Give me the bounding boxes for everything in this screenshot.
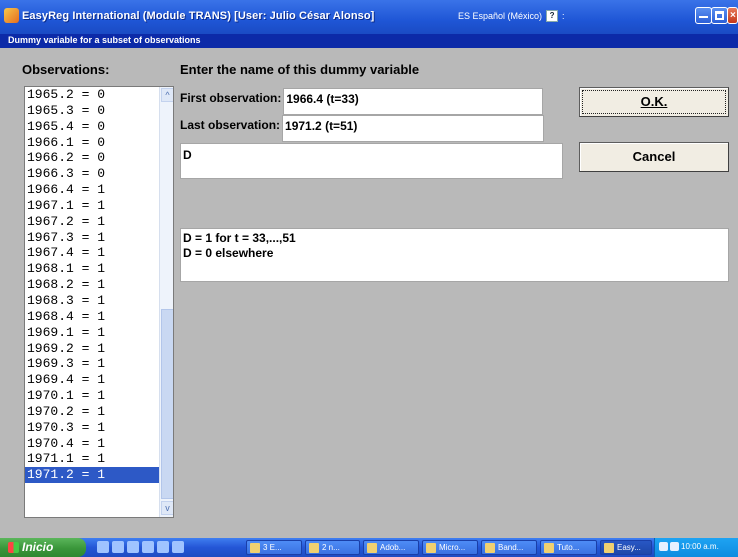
start-label: Inicio [22, 540, 54, 554]
list-item[interactable]: 1968.1 = 1 [25, 261, 159, 277]
taskbar: Inicio 3 E... 2 n... Adob... Micro... Band..… [0, 538, 738, 557]
scroll-thumb[interactable] [161, 309, 173, 499]
app-window: EasyReg International (Module TRANS) [Us… [0, 0, 738, 557]
windows-flag-icon [8, 542, 19, 553]
observations-list[interactable]: 1965.2 = 0 1965.3 = 0 1965.4 = 0 1966.1 = 0… [24, 86, 174, 518]
taskbar-task-button[interactable]: Tuto... [540, 540, 597, 555]
list-item[interactable]: 1966.4 = 1 [25, 182, 159, 198]
instruction-label: Enter the name of this dummy variable [180, 62, 420, 77]
list-item[interactable]: 1968.4 = 1 [25, 309, 159, 325]
list-item[interactable]: 1967.4 = 1 [25, 245, 159, 261]
vertical-scrollbar[interactable]: ^ v [159, 87, 173, 517]
first-observation-label: First observation: [180, 91, 282, 105]
observations-items: 1965.2 = 0 1965.3 = 0 1965.4 = 0 1966.1 = 0… [25, 87, 159, 484]
maximize-button[interactable] [711, 7, 728, 24]
system-tray: 10:00 a.m. [654, 538, 738, 557]
close-button[interactable]: × [727, 7, 738, 24]
last-observation-label: Last observation: [180, 118, 281, 132]
list-item[interactable]: 1965.4 = 0 [25, 119, 159, 135]
explorer-icon[interactable] [142, 541, 154, 553]
title-bar[interactable]: EasyReg International (Module TRANS) [Us… [0, 0, 738, 34]
dialog-title: Dummy variable for a subset of observati… [8, 35, 201, 45]
mail-icon[interactable] [157, 541, 169, 553]
quick-launch [97, 541, 184, 554]
taskbar-task-button[interactable]: 3 E... [246, 540, 302, 555]
window-title: EasyReg International (Module TRANS) [Us… [22, 10, 375, 22]
last-observation-value: 1971.2 (t=51) [282, 115, 545, 142]
maximize-icon [715, 11, 724, 20]
list-item[interactable]: 1965.3 = 0 [25, 103, 159, 119]
language-bar-grip: : [562, 11, 565, 21]
observations-label: Observations: [22, 62, 110, 77]
close-icon: × [730, 10, 736, 21]
cancel-button[interactable]: Cancel [579, 142, 729, 172]
taskbar-task-button[interactable]: Easy... [600, 540, 652, 555]
easyreg-app-icon [4, 8, 19, 23]
list-item[interactable]: 1965.2 = 0 [25, 87, 159, 103]
scroll-up-icon[interactable]: ^ [161, 88, 173, 102]
list-item[interactable]: 1967.3 = 1 [25, 230, 159, 246]
language-bar[interactable]: ES Español (México) ? : [458, 8, 565, 24]
result-text-box: D = 1 for t = 33,...,51 D = 0 elsewhere [180, 228, 729, 282]
list-item[interactable]: 1970.2 = 1 [25, 404, 159, 420]
dummy-name-input[interactable]: D [180, 143, 563, 179]
result-line-1: D = 1 for t = 33,...,51 [183, 231, 296, 245]
language-indicator[interactable]: ES Español (México) [458, 11, 542, 21]
list-item[interactable]: 1969.3 = 1 [25, 356, 159, 372]
minimize-icon [699, 16, 708, 18]
taskbar-task-button[interactable]: Adob... [363, 540, 419, 555]
taskbar-task-button[interactable]: Band... [481, 540, 537, 555]
folder-icon[interactable] [172, 541, 184, 553]
list-item[interactable]: 1971.2 = 1 [25, 467, 159, 484]
list-item[interactable]: 1968.2 = 1 [25, 277, 159, 293]
help-icon[interactable]: ? [546, 10, 559, 22]
list-item[interactable]: 1967.2 = 1 [25, 214, 159, 230]
ok-button[interactable]: O.K. [579, 87, 729, 117]
browser-icon[interactable] [127, 541, 139, 553]
network-icon[interactable] [659, 542, 668, 551]
first-observation-value: 1966.4 (t=33) [283, 88, 544, 115]
dialog-title-bar: Dummy variable for a subset of observati… [0, 34, 738, 48]
list-item[interactable]: 1969.1 = 1 [25, 325, 159, 341]
media-icon[interactable] [112, 541, 124, 553]
list-item[interactable]: 1970.4 = 1 [25, 436, 159, 452]
minimize-button[interactable] [695, 7, 712, 24]
show-desktop-icon[interactable] [97, 541, 109, 553]
clock[interactable]: 10:00 a.m. [681, 542, 719, 551]
list-item[interactable]: 1966.1 = 0 [25, 135, 159, 151]
list-item[interactable]: 1966.3 = 0 [25, 166, 159, 182]
volume-icon[interactable] [670, 542, 679, 551]
list-item[interactable]: 1969.2 = 1 [25, 341, 159, 357]
first-observation-row: First observation: 1966.4 (t=33) [180, 88, 544, 115]
list-item[interactable]: 1968.3 = 1 [25, 293, 159, 309]
last-observation-row: Last observation: 1971.2 (t=51) [180, 115, 545, 142]
list-item[interactable]: 1966.2 = 0 [25, 150, 159, 166]
list-item[interactable]: 1969.4 = 1 [25, 372, 159, 388]
taskbar-task-button[interactable]: 2 n... [305, 540, 360, 555]
result-line-2: D = 0 elsewhere [183, 246, 274, 260]
scroll-down-icon[interactable]: v [161, 501, 173, 515]
list-item[interactable]: 1967.1 = 1 [25, 198, 159, 214]
list-item[interactable]: 1970.1 = 1 [25, 388, 159, 404]
start-button[interactable]: Inicio [0, 538, 86, 557]
list-item[interactable]: 1970.3 = 1 [25, 420, 159, 436]
taskbar-task-button[interactable]: Micro... [422, 540, 478, 555]
list-item[interactable]: 1971.1 = 1 [25, 451, 159, 467]
